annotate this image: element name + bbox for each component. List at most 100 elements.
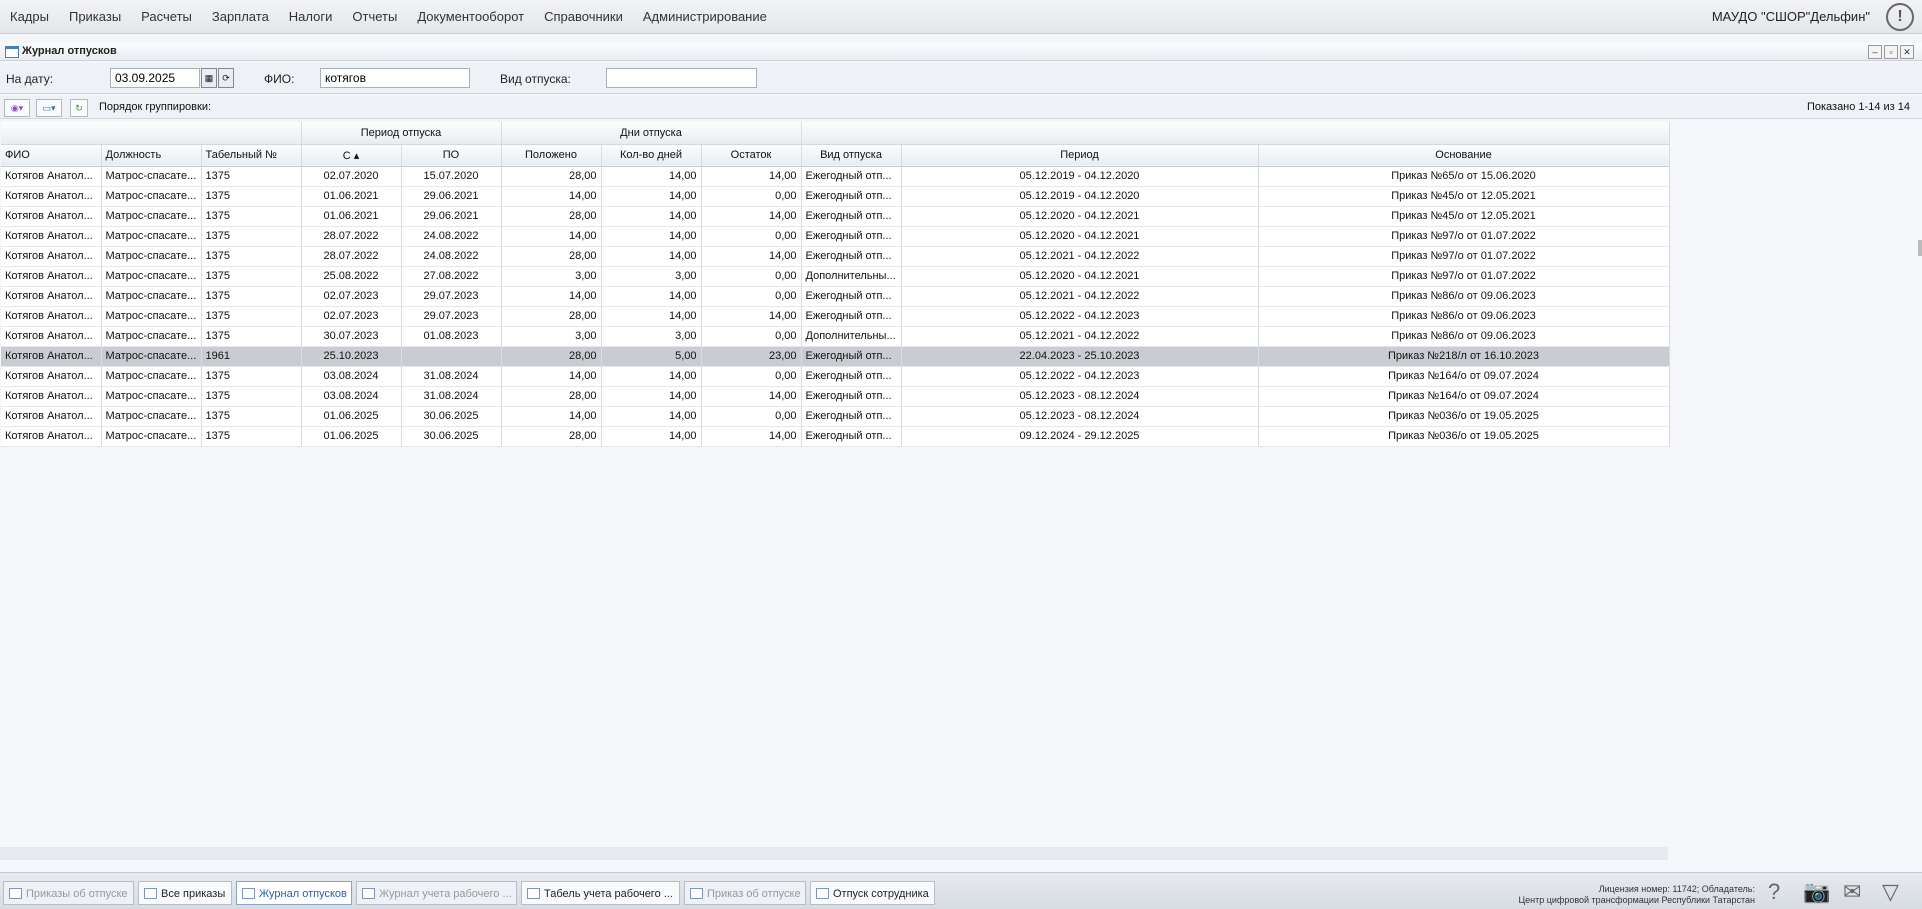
table-cell: 01.06.2025 bbox=[301, 426, 402, 446]
menu-item-nalogi[interactable]: Налоги bbox=[289, 9, 333, 24]
table-cell: Приказ №65/о от 15.06.2020 bbox=[1258, 166, 1670, 186]
col-header-vacation-type[interactable]: Вид отпуска bbox=[801, 144, 902, 167]
col-header-days-count[interactable]: Кол-во дней bbox=[601, 144, 702, 167]
exclamation-icon[interactable]: ! bbox=[1886, 3, 1914, 31]
table-row[interactable]: Котягов Анатол... Матрос-спасате... 1375 28… bbox=[1, 246, 1670, 266]
table-cell: 31.08.2024 bbox=[401, 386, 502, 406]
vacation-type-label: Вид отпуска: bbox=[500, 72, 571, 86]
col-header-from[interactable]: С ▴ bbox=[301, 144, 402, 167]
col-header-to[interactable]: ПО bbox=[401, 144, 502, 167]
records-count: Показано 1-14 из 14 bbox=[1806, 101, 1910, 113]
mail-icon[interactable]: ✉ bbox=[1843, 879, 1861, 905]
table-cell: 3,00 bbox=[501, 266, 602, 286]
calendar-icon[interactable]: ▦ bbox=[201, 68, 217, 88]
table-cell: 05.12.2019 - 04.12.2020 bbox=[901, 186, 1259, 206]
table-row[interactable]: Котягов Анатол... Матрос-спасате... 1375 30… bbox=[1, 326, 1670, 346]
task-tab-vacation-journal[interactable]: Журнал отпусков bbox=[236, 881, 352, 905]
camera-icon[interactable]: 📷 bbox=[1803, 879, 1830, 905]
table-row[interactable]: Котягов Анатол... Матрос-спасате... 1375 01… bbox=[1, 426, 1670, 446]
table-cell: Котягов Анатол... bbox=[1, 386, 102, 406]
table-cell: 0,00 bbox=[701, 286, 802, 306]
table-row[interactable]: Котягов Анатол... Матрос-спасате... 1375 01… bbox=[1, 406, 1670, 426]
task-tab-vacation-order[interactable]: Приказ об отпуске bbox=[684, 881, 806, 905]
date-field[interactable] bbox=[110, 68, 200, 88]
table-cell: Матрос-спасате... bbox=[101, 246, 202, 266]
task-tab-worktime-sheet[interactable]: Табель учета рабочего ... bbox=[521, 881, 680, 905]
table-cell: Ежегодный отп... bbox=[801, 166, 902, 186]
table-row[interactable]: Котягов Анатол... Матрос-спасате... 1375 01… bbox=[1, 186, 1670, 206]
table-cell: 0,00 bbox=[701, 366, 802, 386]
table-cell: 28,00 bbox=[501, 206, 602, 226]
menu-item-kadry[interactable]: Кадры bbox=[10, 9, 49, 24]
menu-item-spravochniki[interactable]: Справочники bbox=[544, 9, 623, 24]
table-cell: 30.06.2025 bbox=[401, 426, 502, 446]
table-row[interactable]: Котягов Анатол... Матрос-спасате... 1375 03… bbox=[1, 386, 1670, 406]
col-header-period[interactable]: Период bbox=[901, 144, 1259, 167]
table-cell: Приказ №86/о от 09.06.2023 bbox=[1258, 286, 1670, 306]
table-cell: Матрос-спасате... bbox=[101, 186, 202, 206]
tab-icon bbox=[690, 888, 703, 899]
fio-field[interactable] bbox=[320, 68, 470, 88]
table-row[interactable]: Котягов Анатол... Матрос-спасате... 1375 28… bbox=[1, 226, 1670, 246]
table-cell: 05.12.2021 - 04.12.2022 bbox=[901, 286, 1259, 306]
add-menu-button[interactable]: ◉▾ bbox=[4, 99, 30, 117]
table-row[interactable]: Котягов Анатол... Матрос-спасате... 1375 02… bbox=[1, 286, 1670, 306]
table-cell: 1961 bbox=[201, 346, 302, 366]
table-row[interactable]: Котягов Анатол... Матрос-спасате... 1375 02… bbox=[1, 166, 1670, 186]
restore-icon[interactable]: ▫ bbox=[1884, 45, 1898, 59]
table-cell: 28,00 bbox=[501, 386, 602, 406]
table-row[interactable]: Котягов Анатол... Матрос-спасате... 1961 25… bbox=[1, 346, 1670, 366]
table-cell: 01.06.2021 bbox=[301, 206, 402, 226]
table-row[interactable]: Котягов Анатол... Матрос-спасате... 1375 25… bbox=[1, 266, 1670, 286]
print-menu-button[interactable]: ▭▾ bbox=[36, 99, 62, 117]
col-header-remainder[interactable]: Остаток bbox=[701, 144, 802, 167]
task-tab-worktime-journal[interactable]: Журнал учета рабочего ... bbox=[356, 881, 517, 905]
col-header-fio[interactable]: ФИО bbox=[1, 144, 102, 167]
col-header-basis[interactable]: Основание bbox=[1258, 144, 1670, 167]
table-cell: Ежегодный отп... bbox=[801, 306, 902, 326]
col-header-tab-number[interactable]: Табельный № bbox=[201, 144, 302, 167]
table-cell: Ежегодный отп... bbox=[801, 406, 902, 426]
table-cell: Матрос-спасате... bbox=[101, 166, 202, 186]
license-owner: Центр цифровой трансформации Республики … bbox=[1518, 895, 1755, 905]
tab-icon bbox=[362, 888, 375, 899]
help-icon[interactable]: ? bbox=[1768, 879, 1780, 905]
apply-date-icon[interactable]: ⟳ bbox=[218, 68, 234, 88]
table-cell: 15.07.2020 bbox=[401, 166, 502, 186]
collapse-icon[interactable]: ▽ bbox=[1882, 879, 1899, 905]
menu-item-raschety[interactable]: Расчеты bbox=[141, 9, 192, 24]
col-header-position[interactable]: Должность bbox=[101, 144, 202, 167]
table-row[interactable]: Котягов Анатол... Матрос-спасате... 1375 01… bbox=[1, 206, 1670, 226]
task-tab-vacation-orders[interactable]: Приказы об отпуске bbox=[3, 881, 134, 905]
task-tab-employee-vacation[interactable]: Отпуск сотрудника bbox=[810, 881, 935, 905]
task-tab-all-orders[interactable]: Все приказы bbox=[138, 881, 232, 905]
vacation-type-field[interactable] bbox=[606, 68, 757, 88]
menu-item-otchety[interactable]: Отчеты bbox=[352, 9, 397, 24]
table-row[interactable]: Котягов Анатол... Матрос-спасате... 1375 03… bbox=[1, 366, 1670, 386]
menu-item-dokumentooborot[interactable]: Документооборот bbox=[417, 9, 524, 24]
table-cell: Матрос-спасате... bbox=[101, 286, 202, 306]
horizontal-scrollbar[interactable] bbox=[0, 847, 1668, 860]
window-icon bbox=[5, 46, 19, 58]
menu-item-administrirovanie[interactable]: Администрирование bbox=[643, 9, 767, 24]
refresh-icon[interactable]: ↻ bbox=[70, 99, 88, 117]
vertical-scrollbar[interactable] bbox=[1918, 240, 1922, 256]
table-cell: 05.12.2020 - 04.12.2021 bbox=[901, 266, 1259, 286]
grouping-order-label[interactable]: Порядок группировки: bbox=[99, 101, 211, 113]
table-cell: 14,00 bbox=[701, 246, 802, 266]
minimize-icon[interactable]: – bbox=[1868, 45, 1882, 59]
menu-item-zarplata[interactable]: Зарплата bbox=[212, 9, 269, 24]
table-cell: Приказ №164/о от 09.07.2024 bbox=[1258, 366, 1670, 386]
table-row[interactable]: Котягов Анатол... Матрос-спасате... 1375 02… bbox=[1, 306, 1670, 326]
table-cell: 01.06.2021 bbox=[301, 186, 402, 206]
table-cell: 1375 bbox=[201, 246, 302, 266]
main-menu: Кадры Приказы Расчеты Зарплата Налоги От… bbox=[10, 0, 787, 33]
table-cell: 1375 bbox=[201, 306, 302, 326]
close-icon[interactable]: ✕ bbox=[1900, 45, 1914, 59]
table-cell: Котягов Анатол... bbox=[1, 226, 102, 246]
menu-item-prikazy[interactable]: Приказы bbox=[69, 9, 121, 24]
table-cell: Ежегодный отп... bbox=[801, 386, 902, 406]
col-header-entitled[interactable]: Положено bbox=[501, 144, 602, 167]
table-cell: Котягов Анатол... bbox=[1, 426, 102, 446]
table-cell: 22.04.2023 - 25.10.2023 bbox=[901, 346, 1259, 366]
